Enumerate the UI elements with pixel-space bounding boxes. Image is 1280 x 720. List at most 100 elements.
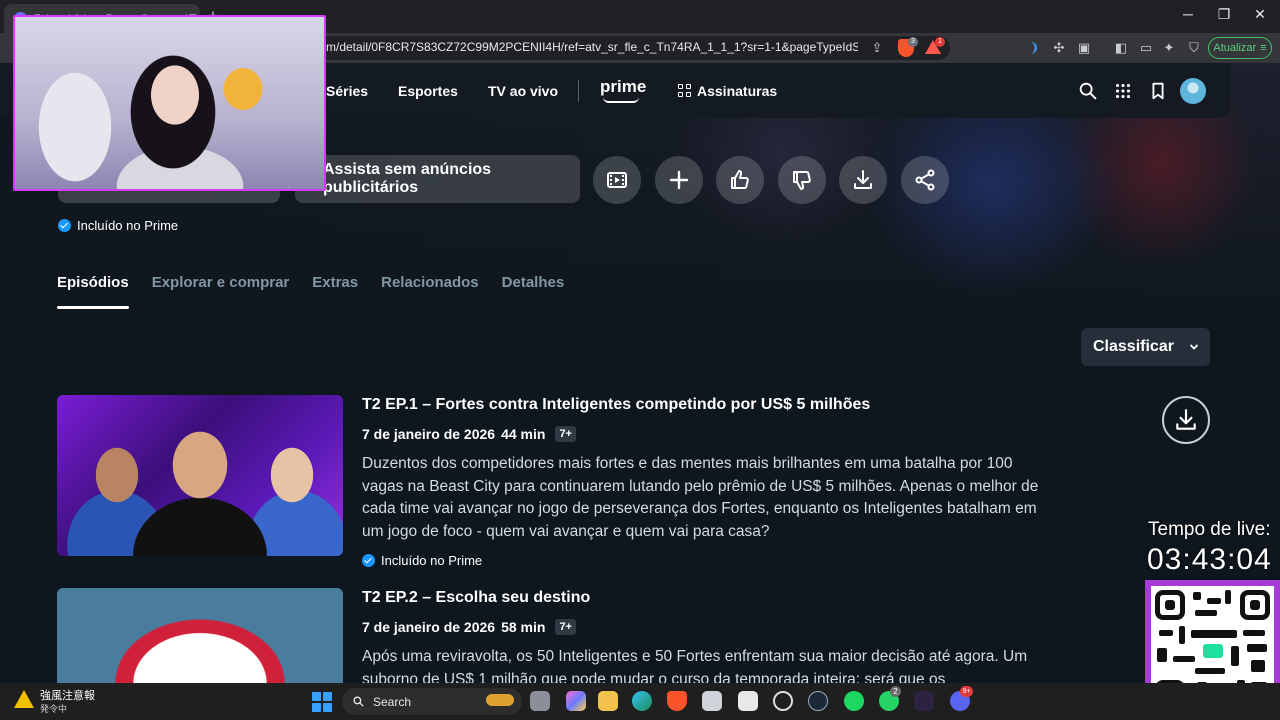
trailer-button[interactable] xyxy=(593,156,641,204)
nav-divider xyxy=(578,80,579,102)
wallet-icon[interactable]: ▭ xyxy=(1137,39,1155,57)
screenshot-icon[interactable]: ▣ xyxy=(1075,39,1093,57)
qr-module xyxy=(1231,646,1239,666)
extensions-icon[interactable]: ✣ xyxy=(1050,39,1068,57)
watchlist-bookmark-icon[interactable] xyxy=(1147,80,1169,102)
qr-module xyxy=(1173,656,1195,662)
live-time-label: Tempo de live: xyxy=(1148,519,1271,540)
qr-finder-pattern xyxy=(1155,590,1185,620)
episode-1-thumbnail[interactable] xyxy=(57,395,343,556)
episode-2-title[interactable]: T2 EP.2 – Escolha seu destino xyxy=(362,589,590,607)
nav-live-tv[interactable]: TV ao vivo xyxy=(488,83,558,99)
taskbar-search-label: Search xyxy=(373,694,412,709)
qr-module xyxy=(1159,630,1173,636)
download-button[interactable] xyxy=(839,156,887,204)
search-icon[interactable] xyxy=(1077,80,1099,102)
update-label: Atualizar xyxy=(1213,42,1257,54)
nav-sports[interactable]: Esportes xyxy=(398,83,458,99)
download-icon xyxy=(854,170,872,189)
windows-start-icon[interactable] xyxy=(312,692,332,712)
qr-module xyxy=(1157,648,1167,662)
episode-2-date: 7 de janeiro de 2026 xyxy=(362,619,496,635)
shields-count-badge: 3 xyxy=(908,37,918,47)
share-page-icon[interactable]: ⇪ xyxy=(868,39,886,57)
episode-2-thumbnail[interactable] xyxy=(57,588,343,683)
close-window-button[interactable]: ✕ xyxy=(1240,6,1280,23)
plus-icon xyxy=(669,170,689,190)
apps-grid-icon[interactable] xyxy=(1112,80,1134,102)
prime-logo[interactable]: prime xyxy=(600,77,646,97)
trailer-icon xyxy=(607,172,627,188)
episode-1-description: Duzentos dos competidores mais fortes e … xyxy=(362,455,1039,540)
episode-1-included: Incluído no Prime xyxy=(362,553,482,568)
episode-1-download-button[interactable] xyxy=(1162,396,1210,444)
like-button[interactable] xyxy=(716,156,764,204)
sort-dropdown[interactable]: Classificar xyxy=(1081,328,1210,366)
tab-details[interactable]: Detalhes xyxy=(502,274,565,291)
active-tab-indicator xyxy=(57,306,129,309)
profile-avatar[interactable] xyxy=(1180,78,1206,104)
menu-icon: ≡ xyxy=(1260,42,1267,54)
vpn-shield-icon[interactable]: ⛉ xyxy=(1185,39,1203,57)
qr-finder-pattern xyxy=(1240,590,1270,620)
nav-subscriptions[interactable]: Assinaturas xyxy=(697,83,777,99)
qr-module xyxy=(1195,668,1225,674)
thumbs-down-icon xyxy=(793,171,811,190)
episode-1-duration: 44 min xyxy=(501,426,546,442)
weather-warning-icon[interactable] xyxy=(14,690,34,708)
tab-explore-buy[interactable]: Explorar e comprar xyxy=(152,274,290,291)
minimize-button[interactable]: ─ xyxy=(1168,6,1208,22)
weather-alert-title[interactable]: 強風注意報 xyxy=(40,687,95,703)
spotify-icon[interactable] xyxy=(844,691,864,711)
maximize-button[interactable]: ❐ xyxy=(1204,6,1244,23)
sidebar-icon[interactable]: ◧ xyxy=(1112,39,1130,57)
share-icon xyxy=(915,169,935,191)
qr-module xyxy=(1207,598,1221,604)
episode-1-rating: 7+ xyxy=(555,426,576,442)
copilot-icon[interactable] xyxy=(566,691,586,711)
edge-icon[interactable] xyxy=(632,691,652,711)
tab-extras[interactable]: Extras xyxy=(312,274,358,291)
qr-module xyxy=(1195,610,1217,616)
discord-badge: 9+ xyxy=(960,686,973,697)
tab-episodes[interactable]: Episódios xyxy=(57,274,129,291)
dislike-button[interactable] xyxy=(778,156,826,204)
brave-taskbar-icon[interactable] xyxy=(667,691,687,711)
add-to-watchlist-button[interactable] xyxy=(655,156,703,204)
steam-icon[interactable] xyxy=(808,691,828,711)
voice-icon[interactable]: ❩ xyxy=(1025,39,1043,57)
included-label: Incluído no Prime xyxy=(77,218,179,233)
episode-1-date: 7 de janeiro de 2026 xyxy=(362,426,496,442)
nav-series[interactable]: Séries xyxy=(326,83,368,99)
episode-2-description: Após uma reviravolta, os 50 Inteligentes… xyxy=(362,648,1028,683)
qr-module xyxy=(1191,630,1237,638)
update-button[interactable]: Atualizar ≡ xyxy=(1208,37,1272,59)
file-explorer-icon[interactable] xyxy=(598,691,618,711)
search-icon xyxy=(353,696,364,707)
app-icon[interactable] xyxy=(738,691,758,711)
task-view-icon[interactable] xyxy=(530,691,550,711)
rewards-badge: 1 xyxy=(935,37,945,47)
address-bar-url[interactable]: m/detail/0F8CR7S83CZ72C99M2PCENII4H/ref=… xyxy=(326,40,858,54)
ad-free-button[interactable]: Assista sem anúncios publicitários xyxy=(295,155,580,203)
whatsapp-badge: 2 xyxy=(890,686,901,697)
episode-1-included-label: Incluído no Prime xyxy=(381,553,483,568)
store-icon[interactable] xyxy=(702,691,722,711)
chevron-down-icon xyxy=(1190,344,1198,350)
content-tabs: Episódios Explorar e comprar Extras Rela… xyxy=(57,274,564,291)
sort-label: Classificar xyxy=(1093,338,1174,355)
episode-1-meta: 7 de janeiro de 2026 44 min 7+ xyxy=(362,426,576,442)
tab-related[interactable]: Relacionados xyxy=(381,274,479,291)
share-button[interactable] xyxy=(901,156,949,204)
qr-module xyxy=(1193,592,1201,600)
check-badge-icon xyxy=(58,219,71,232)
leo-ai-icon[interactable]: ✦ xyxy=(1160,39,1178,57)
episode-1-title[interactable]: T2 EP.1 – Fortes contra Inteligentes com… xyxy=(362,396,870,414)
app-icon[interactable] xyxy=(914,691,934,711)
search-highlight-icon[interactable] xyxy=(486,694,514,706)
live-time-counter: 03:43:04 xyxy=(1147,543,1272,576)
qr-module xyxy=(1225,590,1231,604)
included-in-prime: Incluído no Prime xyxy=(58,218,178,233)
obs-icon[interactable] xyxy=(773,691,793,711)
download-icon xyxy=(1176,409,1196,430)
